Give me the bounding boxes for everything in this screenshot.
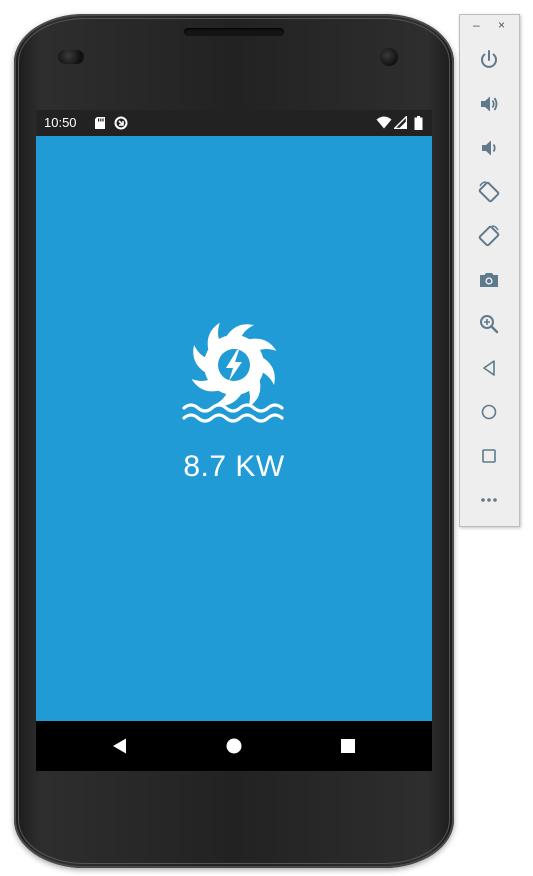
emulator-toolbar: – × — [459, 14, 520, 527]
overview-icon — [482, 449, 496, 463]
water-turbine-icon — [182, 322, 284, 423]
power-icon — [481, 50, 497, 68]
power-reading: 8.7 KW — [183, 450, 285, 483]
more-options-button[interactable] — [477, 488, 501, 512]
status-bar: 10:50 — [36, 110, 432, 136]
recents-icon[interactable] — [338, 736, 358, 756]
toolbar-overview-button[interactable] — [477, 444, 501, 468]
back-icon — [483, 360, 495, 376]
wifi-icon — [376, 116, 392, 129]
rotate-left-button[interactable] — [477, 180, 501, 204]
status-time: 10:50 — [44, 115, 77, 130]
volume-up-button[interactable] — [477, 92, 501, 116]
home-icon — [481, 404, 497, 420]
rotate-left-icon — [478, 181, 500, 203]
camera-icon — [480, 273, 498, 287]
device-screen: 10:50 8.7 KW — [36, 110, 432, 771]
power-button[interactable] — [477, 48, 501, 72]
cell-signal-icon — [394, 116, 407, 129]
close-button[interactable]: × — [498, 19, 505, 31]
sd-card-icon — [95, 117, 105, 129]
volume-down-button[interactable] — [477, 136, 501, 160]
back-icon[interactable] — [110, 736, 130, 756]
more-icon — [481, 498, 497, 502]
screenshot-button[interactable] — [477, 268, 501, 292]
earpiece-speaker — [184, 28, 284, 36]
front-camera — [380, 48, 398, 66]
data-saver-icon — [114, 116, 128, 130]
proximity-sensor — [58, 50, 84, 64]
zoom-button[interactable] — [477, 312, 501, 336]
rotate-right-icon — [478, 225, 500, 247]
navigation-bar — [36, 721, 432, 771]
emulator-stage: 10:50 8.7 KW – × — [0, 0, 533, 876]
app-content: 8.7 KW — [36, 136, 432, 721]
toolbar-home-button[interactable] — [477, 400, 501, 424]
volume-up-icon — [481, 96, 498, 112]
minimize-button[interactable]: – — [473, 19, 480, 31]
home-icon[interactable] — [224, 736, 244, 756]
battery-icon — [414, 116, 423, 130]
toolbar-back-button[interactable] — [477, 356, 501, 380]
rotate-right-button[interactable] — [477, 224, 501, 248]
volume-down-icon — [482, 140, 496, 156]
zoom-icon — [480, 315, 499, 334]
